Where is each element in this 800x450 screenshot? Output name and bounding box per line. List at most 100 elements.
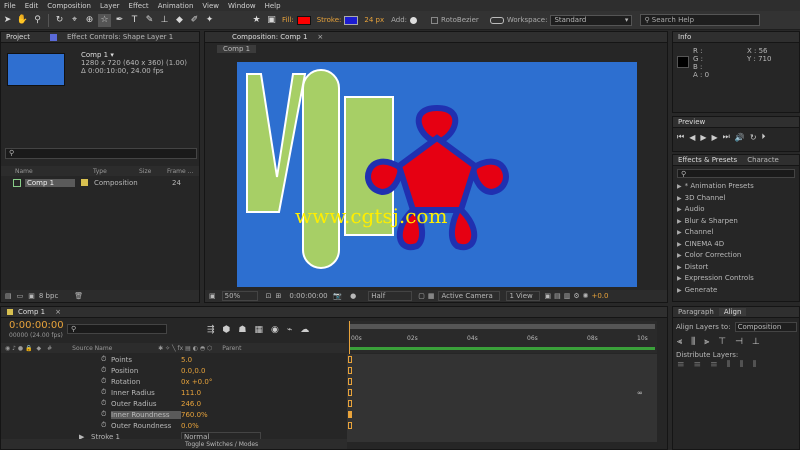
brush-tool-icon[interactable]: ✎ [143,14,156,27]
property-row-inner-radius[interactable]: ⏱ Inner Radius 111.0 [1,387,347,398]
search-help-input[interactable]: ⚲ Search Help [640,14,761,26]
mask-icon[interactable]: ▣ [265,14,278,27]
zoom-select[interactable]: 50% [221,291,258,301]
timeline-timecode[interactable]: 0:00:00:00 [9,320,64,331]
camera-select[interactable]: Active Camera [438,291,501,301]
align-left-icon[interactable]: ⫷ [677,337,682,347]
tab-align[interactable]: Align [718,308,747,316]
layer-duration-bar[interactable] [349,347,655,350]
transparency-icon[interactable]: ▦ [428,292,435,300]
col-type[interactable]: Type [93,168,139,175]
align-hcenter-icon[interactable]: ⫼ [691,337,695,347]
stopwatch-icon[interactable]: ⏱ [101,388,111,397]
col-frame[interactable]: Frame ... [167,168,193,175]
property-row-inner-roundness[interactable]: ⏱ Inner Roundness 760.0% [1,409,347,420]
effects-item[interactable]: Generate [677,285,799,297]
exposure-value[interactable]: +0.0 [591,292,608,300]
selection-tool-icon[interactable]: ➤ [1,14,14,27]
stroke-swatch[interactable] [344,15,359,25]
tab-effects-presets[interactable]: Effects & Presets [673,156,742,164]
interpret-footage-icon[interactable]: ▤ [5,292,12,300]
exposure-icon[interactable]: ✺ [583,292,589,300]
col-source-name[interactable]: Source Name [72,345,158,352]
toggle-icon[interactable]: ▣ [544,292,551,300]
rotate-tool-icon[interactable]: ↻ [53,14,66,27]
keyframe-icon[interactable] [348,400,352,407]
close-icon[interactable]: × [312,33,328,41]
tab-paragraph[interactable]: Paragraph [673,308,719,316]
eraser-tool-icon[interactable]: ◆ [173,14,186,27]
menu-edit[interactable]: Edit [25,2,39,10]
timeline-search-input[interactable]: ⚲ [67,324,167,334]
property-value[interactable]: 760.0% [181,411,208,419]
effects-item[interactable]: Expression Controls [677,273,799,285]
stopwatch-icon[interactable]: ⏱ [101,366,111,375]
timeline-icon[interactable]: ▥ [564,292,571,300]
channel-icon[interactable]: ● [350,292,356,300]
view-select[interactable]: 1 View [506,291,541,301]
menu-animation[interactable]: Animation [158,2,194,10]
loop-icon[interactable]: ↻ [750,133,757,142]
property-value[interactable]: 111.0 [181,389,201,397]
audio-icon[interactable]: 🔊 [735,133,745,142]
draft-3d-icon[interactable]: ⬢ [223,325,231,335]
new-folder-icon[interactable]: ▭ [17,292,24,300]
menu-view[interactable]: View [202,2,219,10]
menu-effect[interactable]: Effect [129,2,149,10]
region-icon[interactable]: ▢ [418,292,425,300]
effects-search-input[interactable]: ⚲ [677,169,795,178]
property-row-outer-radius[interactable]: ⏱ Outer Radius 246.0 [1,398,347,409]
clone-tool-icon[interactable]: ⊥ [158,14,171,27]
close-icon[interactable]: × [50,308,66,316]
zoom-tool-icon[interactable]: ⚲ [31,14,44,27]
toggle-switches-button[interactable]: Toggle Switches / Modes [185,441,258,448]
tab-character[interactable]: Characte [742,156,784,164]
effects-item[interactable]: Channel [677,227,799,239]
prev-frame-icon[interactable]: ◀ [689,133,695,142]
property-value[interactable]: 0x +0.0° [181,378,212,386]
graph-editor-icon[interactable]: ⌁ [287,325,292,335]
workspace-select[interactable]: Standard ▾ [550,14,633,26]
effects-item[interactable]: Color Correction [677,250,799,262]
work-area-bar[interactable] [349,324,655,329]
stopwatch-icon[interactable]: ⏱ [101,410,111,419]
snapshot-icon[interactable]: 📷 [333,292,342,300]
stroke-width-value[interactable]: 24 px [364,16,384,24]
effects-item[interactable]: CINEMA 4D [677,239,799,251]
property-row-points[interactable]: ⏱ Points 5.0 [1,354,347,365]
distribute-right-icon[interactable]: ⦀ [753,360,757,370]
resolution-select[interactable]: Half [368,291,413,301]
property-value[interactable]: 0.0,0.0 [181,367,206,375]
effects-item[interactable]: 3D Channel [677,193,799,205]
always-preview-icon[interactable]: ▣ [209,292,216,300]
new-comp-icon[interactable]: ▣ [28,292,35,300]
tab-project[interactable]: Project [1,33,35,41]
menu-layer[interactable]: Layer [100,2,120,10]
distribute-vcenter-icon[interactable]: ≡ [694,360,702,370]
comp-viewer[interactable]: www.cgtsj.com [237,62,637,287]
col-parent[interactable]: Parent [222,345,241,352]
menu-window[interactable]: Window [228,2,256,10]
shape-tool-icon[interactable]: ☆ [98,13,111,27]
fill-swatch[interactable] [296,15,311,25]
motion-blur-icon[interactable]: ◉ [271,325,279,335]
stopwatch-icon[interactable]: ⏱ [101,421,111,430]
tab-composition[interactable]: Composition: Comp 1 [227,33,312,41]
hide-shy-icon[interactable]: ☗ [238,325,246,335]
tab-info[interactable]: Info [673,33,696,41]
flowchart-icon[interactable]: ⚙ [573,292,579,300]
keyframe-icon[interactable] [348,389,352,396]
puppet-tool-icon[interactable]: ✦ [203,14,216,27]
fast-preview-icon[interactable]: ▤ [554,292,561,300]
workspace-toggle-icon[interactable] [489,16,504,24]
align-top-icon[interactable]: ⊤ [718,337,726,347]
menu-composition[interactable]: Composition [47,2,91,10]
stopwatch-icon[interactable]: ⏱ [101,399,111,408]
link-icon[interactable]: ∞ [637,389,643,397]
keyframe-icon[interactable] [348,411,352,418]
roto-brush-tool-icon[interactable]: ✐ [188,14,201,27]
col-name[interactable]: Name [15,168,75,175]
keyframe-icon[interactable] [348,378,352,385]
ram-preview-icon[interactable]: ⏵ [762,132,766,142]
align-right-icon[interactable]: ⫸ [704,337,709,347]
